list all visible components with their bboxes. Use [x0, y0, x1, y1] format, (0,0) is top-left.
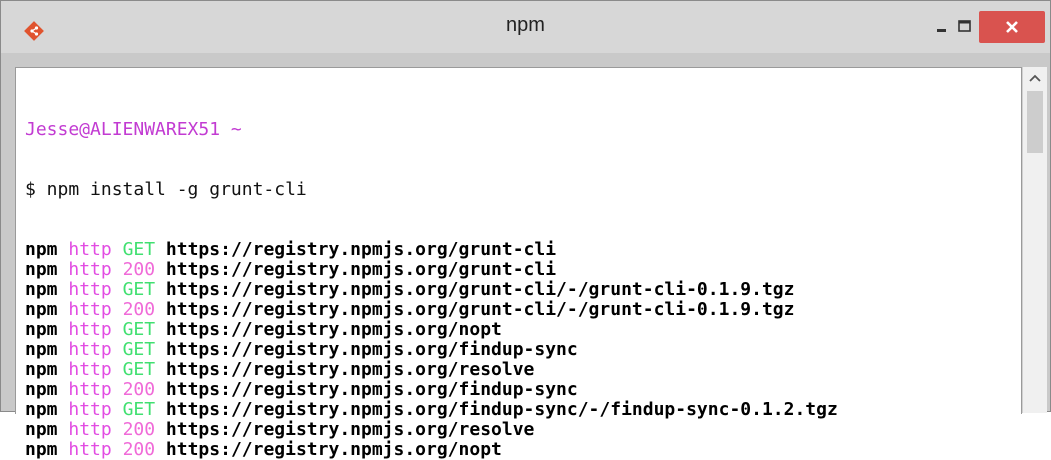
log-url: https://registry.npmjs.org/grunt-cli/-/g…: [165, 279, 795, 300]
terminal-lines: Jesse@ALIENWAREX51 ~ $ npm install -g gr…: [25, 80, 838, 460]
log-line: npm http GET https://registry.npmjs.org/…: [25, 280, 838, 300]
log-protocol: http: [68, 239, 112, 260]
log-line: npm http GET https://registry.npmjs.org/…: [25, 320, 838, 340]
terminal-output[interactable]: Jesse@ALIENWAREX51 ~ $ npm install -g gr…: [15, 67, 1022, 460]
scroll-up-button[interactable]: [1023, 67, 1047, 89]
log-line: npm http GET https://registry.npmjs.org/…: [25, 240, 838, 260]
log-url: https://registry.npmjs.org/grunt-cli/-/g…: [165, 299, 795, 320]
title-bar[interactable]: npm: [1, 1, 1050, 53]
prompt-line: Jesse@ALIENWAREX51 ~: [25, 120, 838, 140]
log-prefix: npm: [25, 359, 58, 380]
log-protocol: http: [68, 379, 112, 400]
log-url: https://registry.npmjs.org/grunt-cli: [165, 239, 557, 260]
log-url: https://registry.npmjs.org/resolve: [165, 419, 535, 440]
log-prefix: npm: [25, 439, 58, 460]
log-status: 200: [122, 379, 156, 400]
log-protocol: http: [68, 279, 112, 300]
log-prefix: npm: [25, 339, 58, 360]
log-line: npm http 200 https://registry.npmjs.org/…: [25, 380, 838, 400]
log-protocol: http: [68, 339, 112, 360]
log-status: GET: [122, 319, 156, 340]
prompt-path: ~: [230, 119, 242, 140]
log-status: GET: [122, 399, 156, 420]
log-line: npm http GET https://registry.npmjs.org/…: [25, 340, 838, 360]
log-prefix: npm: [25, 279, 58, 300]
close-icon: [1006, 21, 1018, 33]
log-url: https://registry.npmjs.org/nopt: [165, 439, 502, 460]
log-protocol: http: [68, 359, 112, 380]
log-prefix: npm: [25, 239, 58, 260]
log-protocol: http: [68, 299, 112, 320]
log-url: https://registry.npmjs.org/grunt-cli: [165, 259, 557, 280]
terminal-window: npm Jesse@ALIENWAREX51 ~ $ npm install -…: [0, 0, 1051, 460]
log-line: npm http 200 https://registry.npmjs.org/…: [25, 420, 838, 440]
log-prefix: npm: [25, 319, 58, 340]
log-protocol: http: [68, 419, 112, 440]
log-protocol: http: [68, 259, 112, 280]
log-protocol: http: [68, 399, 112, 420]
log-status: GET: [122, 239, 156, 260]
log-prefix: npm: [25, 419, 58, 440]
log-url: https://registry.npmjs.org/findup-sync/-…: [165, 399, 838, 420]
log-prefix: npm: [25, 259, 58, 280]
close-button[interactable]: [979, 11, 1045, 43]
scroll-thumb[interactable]: [1027, 91, 1043, 153]
log-status: 200: [122, 299, 156, 320]
log-url: https://registry.npmjs.org/resolve: [165, 359, 535, 380]
log-prefix: npm: [25, 299, 58, 320]
log-line: npm http 200 https://registry.npmjs.org/…: [25, 260, 838, 280]
log-status: GET: [122, 359, 156, 380]
log-protocol: http: [68, 319, 112, 340]
log-status: 200: [122, 439, 156, 460]
log-prefix: npm: [25, 399, 58, 420]
log-line: npm http 200 https://registry.npmjs.org/…: [25, 300, 838, 320]
chevron-up-icon: [1029, 74, 1041, 82]
log-line: npm http GET https://registry.npmjs.org/…: [25, 360, 838, 380]
command-line: $ npm install -g grunt-cli: [25, 179, 307, 200]
log-status: GET: [122, 339, 156, 360]
log-url: https://registry.npmjs.org/findup-sync: [165, 339, 578, 360]
prompt-user: Jesse@ALIENWAREX51: [25, 119, 221, 140]
log-status: 200: [122, 419, 156, 440]
log-url: https://registry.npmjs.org/findup-sync: [165, 379, 578, 400]
log-line: npm http 200 https://registry.npmjs.org/…: [25, 440, 838, 460]
log-prefix: npm: [25, 379, 58, 400]
maximize-icon: [958, 20, 971, 32]
log-url: https://registry.npmjs.org/nopt: [165, 319, 502, 340]
window-title: npm: [506, 14, 545, 36]
vertical-scrollbar[interactable]: [1022, 67, 1047, 413]
log-status: 200: [122, 259, 156, 280]
log-line: npm http GET https://registry.npmjs.org/…: [25, 400, 838, 420]
log-status: GET: [122, 279, 156, 300]
log-protocol: http: [68, 439, 112, 460]
